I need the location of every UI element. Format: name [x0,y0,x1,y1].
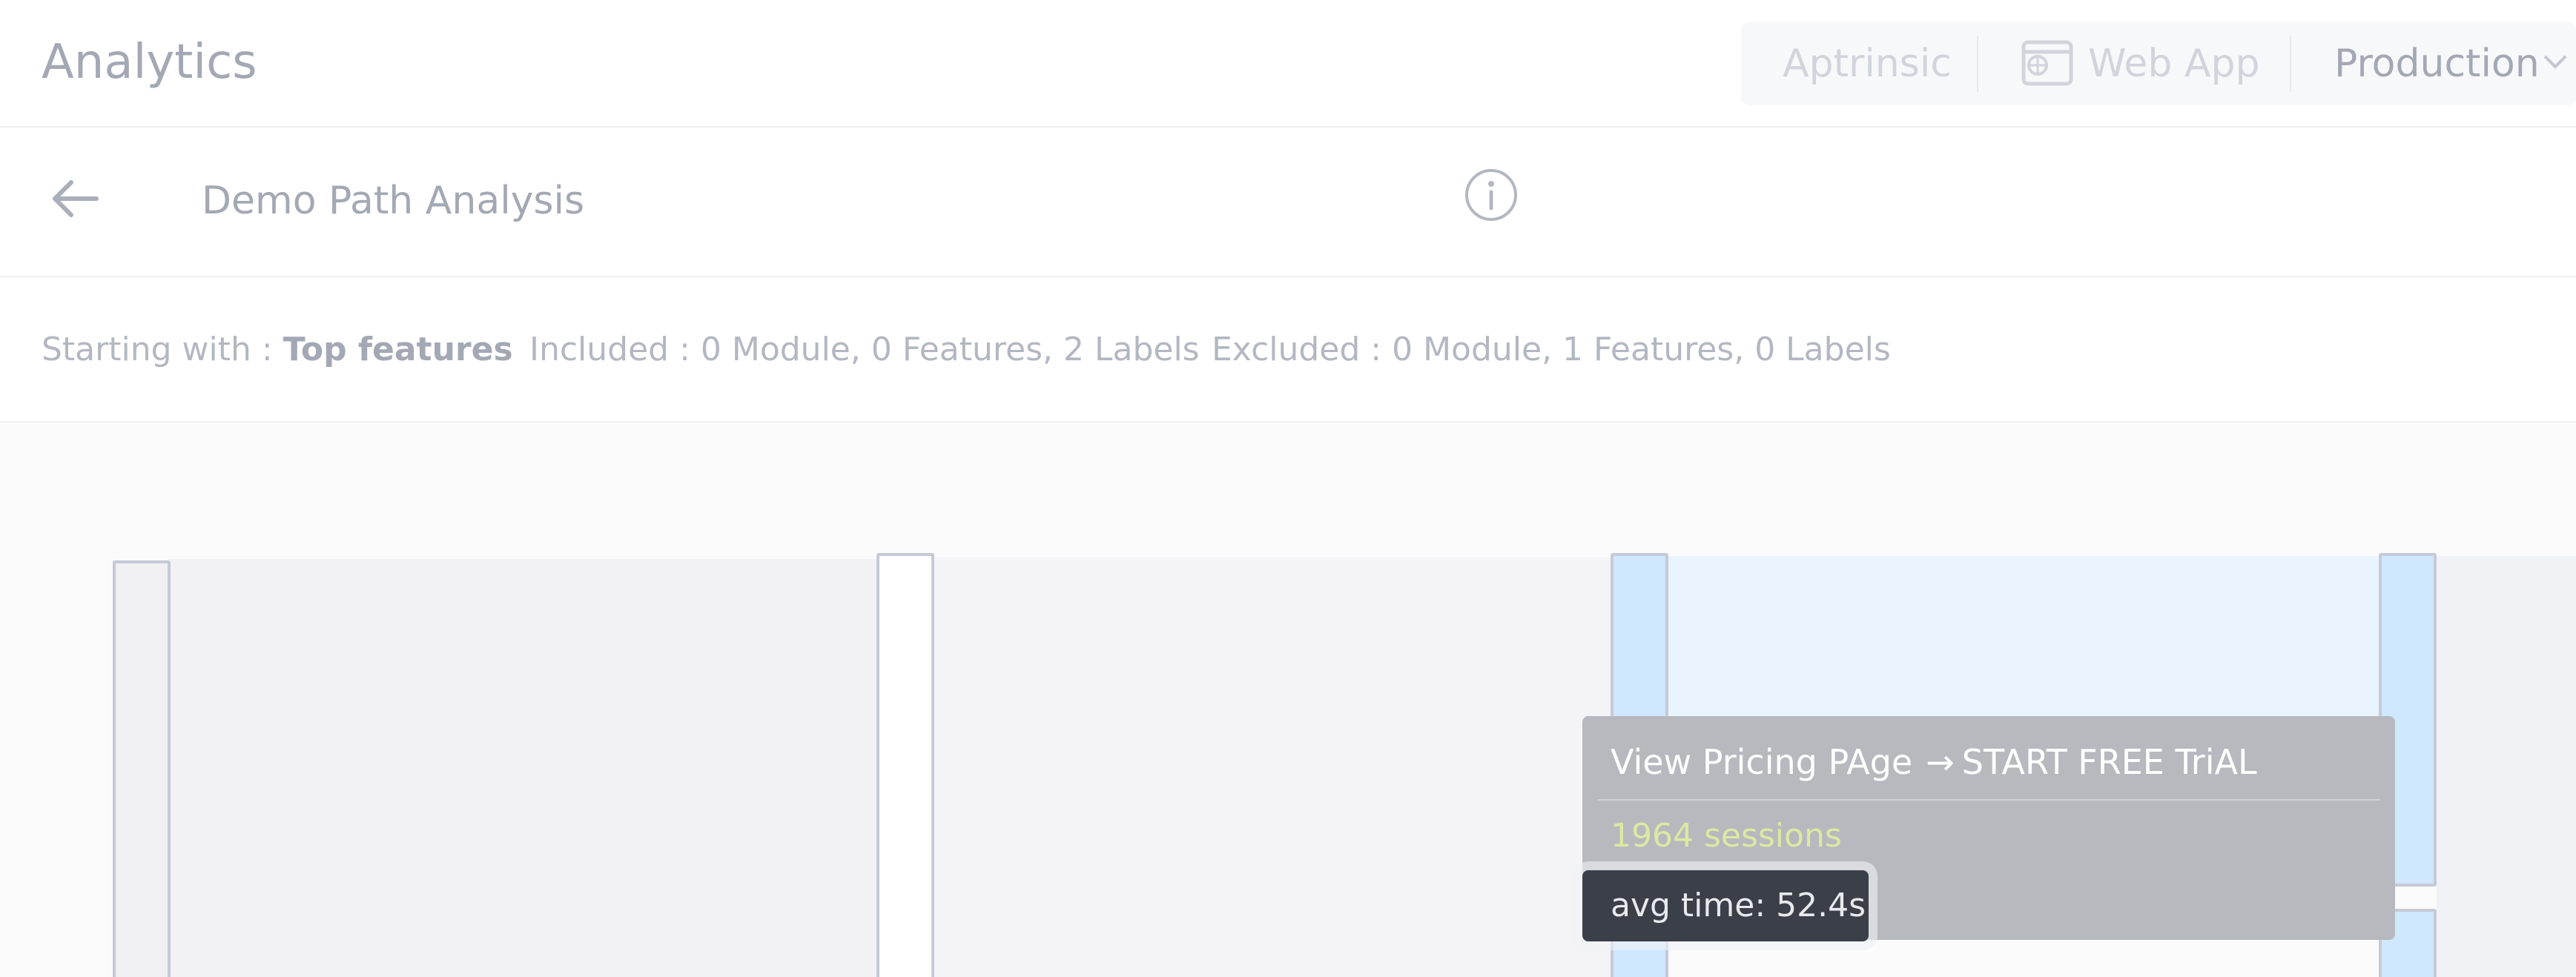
tooltip-from: View Pricing PAge [1611,742,1913,782]
tooltip-arrow: → [1926,742,1955,782]
path-flow[interactable] [2437,556,2576,977]
path-node[interactable] [876,553,934,977]
info-circle-icon[interactable] [1464,168,1519,225]
tooltip-to: START FREE TriAL [1961,742,2257,782]
product-selector[interactable]: Web App [2088,22,2260,105]
path-flow[interactable] [168,559,878,977]
filter-summary: Starting with : Top features Included : … [0,277,2576,423]
tooltip-divider [1597,799,2380,801]
page-title: Demo Path Analysis [202,179,585,223]
browser-globe-icon [2021,40,2073,89]
context-divider [2290,36,2291,92]
included-filter: Included : 0 Module, 0 Features, 2 Label… [529,331,1200,368]
context-divider [1977,36,1978,92]
top-bar: Analytics Aptrinsic Web App Production [0,0,2576,127]
arrow-left-icon[interactable] [49,176,101,224]
context-selector: Aptrinsic Web App Production [1741,22,2576,105]
starting-with-value: Top features [283,331,513,368]
account-selector[interactable]: Aptrinsic [1783,22,1952,105]
app-title: Analytics [42,35,257,90]
avg-time-badge: avg time: 52.4s [1582,870,1869,941]
excluded-filter: Excluded : 0 Module, 1 Features, 0 Label… [1212,331,1891,368]
path-node[interactable] [113,560,171,977]
tooltip-sessions: 1964 sessions [1611,817,1842,855]
starting-with-filter: Starting with : Top features [42,329,513,371]
chevron-down-icon[interactable] [2542,53,2569,74]
environment-selector[interactable]: Production [2334,22,2540,105]
page-header: Demo Path Analysis [0,129,2576,277]
starting-with-label: Starting with : [42,331,283,368]
path-flow[interactable] [931,557,1616,977]
tooltip-title: View Pricing PAge → START FREE TriAL [1611,740,2257,784]
